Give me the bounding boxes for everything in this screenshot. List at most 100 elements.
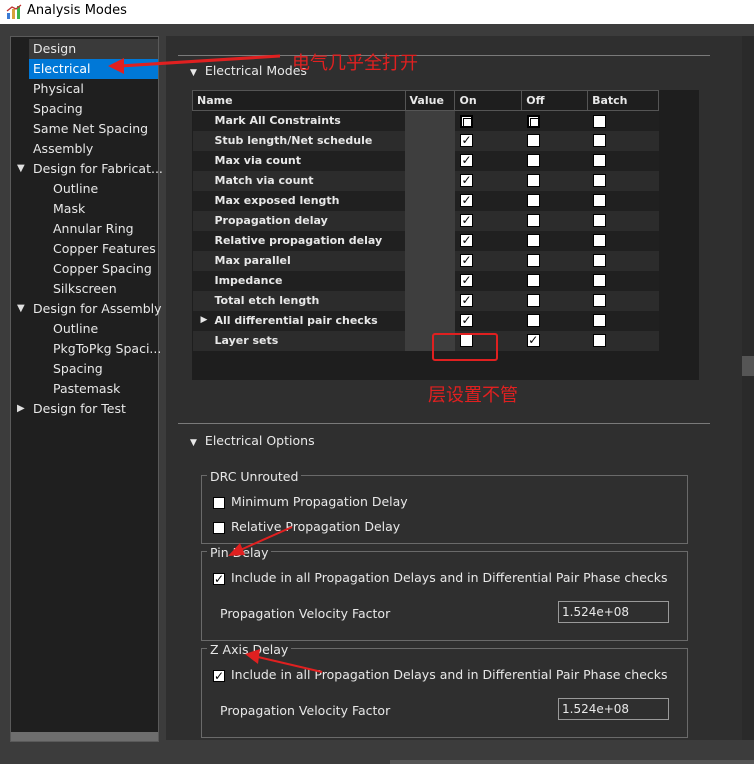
electrical-modes-header[interactable]: ▼ Electrical Modes <box>190 63 307 78</box>
mode-batch-checkbox[interactable] <box>592 274 606 288</box>
table-row[interactable]: Max parallel ✓ <box>192 250 659 271</box>
mode-batch-checkbox[interactable] <box>592 114 606 128</box>
mode-value-cell[interactable] <box>405 130 455 151</box>
mode-off-checkbox[interactable] <box>526 254 540 268</box>
mode-on-checkbox[interactable]: ✓ <box>459 274 473 288</box>
sidebar-item-design[interactable]: Design <box>29 39 158 59</box>
expand-down-arrow-icon[interactable]: ▼ <box>17 163 25 174</box>
table-row[interactable]: Stub length/Net schedule ✓ <box>192 130 659 151</box>
z-axis-include-checkbox[interactable]: ✓ <box>213 669 225 682</box>
mode-on-checkbox[interactable]: ✓ <box>459 214 473 228</box>
mode-off-checkbox[interactable] <box>526 274 540 288</box>
mode-off-checkbox[interactable]: ✓ <box>526 334 540 348</box>
sidebar-item-same-net-spacing[interactable]: Same Net Spacing <box>29 119 158 139</box>
mode-value-cell[interactable] <box>405 310 455 331</box>
mode-off-checkbox[interactable] <box>526 154 540 168</box>
sidebar-item-design-for-assembly[interactable]: Design for Assembly <box>29 299 162 319</box>
mode-off-checkbox[interactable] <box>526 214 540 228</box>
mode-batch-checkbox[interactable] <box>592 314 606 328</box>
mode-on-checkbox[interactable]: ✓ <box>459 134 473 148</box>
z-axis-velocity-field[interactable]: 1.524e+08 <box>558 698 669 720</box>
column-header-batch[interactable]: Batch <box>587 90 659 111</box>
column-header-value[interactable]: Value <box>404 90 456 111</box>
sidebar-item-assembly[interactable]: Assembly <box>29 139 158 159</box>
mode-off-checkbox[interactable] <box>526 234 540 248</box>
mode-batch-checkbox[interactable] <box>592 154 606 168</box>
mode-batch-checkbox[interactable] <box>592 194 606 208</box>
table-row[interactable]: Layer sets ✓ <box>192 330 659 351</box>
sidebar-item-spacing[interactable]: Spacing <box>29 99 158 119</box>
panel-vertical-scrollbar[interactable] <box>742 36 754 740</box>
mode-value-cell[interactable] <box>405 230 455 251</box>
column-header-name[interactable]: Name <box>192 90 406 111</box>
mode-off-checkbox[interactable] <box>526 174 540 188</box>
mode-value-cell[interactable] <box>405 150 455 171</box>
mode-value-cell[interactable] <box>405 170 455 191</box>
relative-propagation-delay-option[interactable]: Relative Propagation Delay <box>213 519 400 534</box>
mode-batch-checkbox[interactable] <box>592 174 606 188</box>
table-row[interactable]: Max via count ✓ <box>192 150 659 171</box>
pin-delay-include-checkbox[interactable]: ✓ <box>213 572 225 585</box>
column-header-on[interactable]: On <box>454 90 523 111</box>
sidebar-item-copper-spacing[interactable]: Copper Spacing <box>49 259 158 279</box>
mode-batch-checkbox[interactable] <box>592 234 606 248</box>
relative-propagation-delay-checkbox[interactable] <box>213 521 225 534</box>
sidebar-item-physical[interactable]: Physical <box>29 79 158 99</box>
pin-delay-include-option[interactable]: ✓ Include in all Propagation Delays and i… <box>213 570 668 585</box>
mode-on-checkbox[interactable]: ✓ <box>459 194 473 208</box>
sidebar-item-pastemask[interactable]: Pastemask <box>49 379 158 399</box>
sidebar-item-design-for-fabricat[interactable]: Design for Fabricat... <box>29 159 163 179</box>
expand-right-arrow-icon[interactable]: ▶ <box>201 315 208 325</box>
table-row[interactable]: Total etch length ✓ <box>192 290 659 311</box>
minimum-propagation-delay-option[interactable]: Minimum Propagation Delay <box>213 494 408 509</box>
sidebar-item-mask[interactable]: Mask <box>49 199 158 219</box>
sidebar-item-electrical[interactable]: Electrical <box>29 59 158 79</box>
pin-delay-velocity-field[interactable]: 1.524e+08 <box>558 601 669 623</box>
mode-on-checkbox[interactable]: ✓ <box>459 234 473 248</box>
mode-value-cell[interactable] <box>405 110 455 131</box>
expand-right-arrow-icon[interactable]: ▶ <box>17 403 25 414</box>
mode-on-checkbox[interactable]: ✓ <box>459 314 473 328</box>
mode-off-checkbox[interactable] <box>526 314 540 328</box>
mode-off-checkbox[interactable] <box>526 114 540 128</box>
table-row[interactable]: ▶ All differential pair checks ✓ <box>192 310 659 331</box>
table-row[interactable]: Match via count ✓ <box>192 170 659 191</box>
mode-batch-checkbox[interactable] <box>592 254 606 268</box>
minimum-propagation-delay-checkbox[interactable] <box>213 496 225 509</box>
electrical-options-header[interactable]: ▼ Electrical Options <box>190 433 315 448</box>
z-axis-include-option[interactable]: ✓ Include in all Propagation Delays and i… <box>213 667 668 682</box>
mode-value-cell[interactable] <box>405 250 455 271</box>
sidebar-item-copper-features[interactable]: Copper Features <box>49 239 158 259</box>
mode-off-checkbox[interactable] <box>526 294 540 308</box>
category-tree[interactable]: Design Electrical Physical Spacing Same Net … <box>10 36 163 742</box>
table-row[interactable]: Propagation delay ✓ <box>192 210 659 231</box>
column-header-off[interactable]: Off <box>521 90 589 111</box>
mode-on-checkbox[interactable] <box>459 114 473 128</box>
sidebar-item-design-for-test[interactable]: Design for Test <box>29 399 158 419</box>
table-row[interactable]: Relative propagation delay ✓ <box>192 230 659 251</box>
sidebar-item-outline[interactable]: Outline <box>49 179 158 199</box>
mode-batch-checkbox[interactable] <box>592 334 606 348</box>
mode-value-cell[interactable] <box>405 190 455 211</box>
mode-batch-checkbox[interactable] <box>592 214 606 228</box>
mode-value-cell[interactable] <box>405 290 455 311</box>
sidebar-item-outline[interactable]: Outline <box>49 319 158 339</box>
mode-batch-checkbox[interactable] <box>592 134 606 148</box>
sidebar-item-annular-ring[interactable]: Annular Ring <box>49 219 158 239</box>
table-row[interactable]: Max exposed length ✓ <box>192 190 659 211</box>
mode-value-cell[interactable] <box>405 210 455 231</box>
mode-off-checkbox[interactable] <box>526 134 540 148</box>
expand-down-arrow-icon[interactable]: ▼ <box>17 303 25 314</box>
table-row[interactable]: Impedance ✓ <box>192 270 659 291</box>
sidebar-item-spacing[interactable]: Spacing <box>49 359 158 379</box>
mode-on-checkbox[interactable]: ✓ <box>459 254 473 268</box>
mode-value-cell[interactable] <box>405 270 455 291</box>
mode-on-checkbox[interactable]: ✓ <box>459 294 473 308</box>
sidebar-item-silkscreen[interactable]: Silkscreen <box>49 279 158 299</box>
scrollbar-thumb[interactable] <box>742 356 754 376</box>
mode-batch-checkbox[interactable] <box>592 294 606 308</box>
mode-on-checkbox[interactable]: ✓ <box>459 174 473 188</box>
table-row[interactable]: Mark All Constraints <box>192 110 659 131</box>
sidebar-item-pkgtopkg-spaci[interactable]: PkgToPkg Spaci... <box>49 339 161 359</box>
mode-on-checkbox[interactable]: ✓ <box>459 154 473 168</box>
